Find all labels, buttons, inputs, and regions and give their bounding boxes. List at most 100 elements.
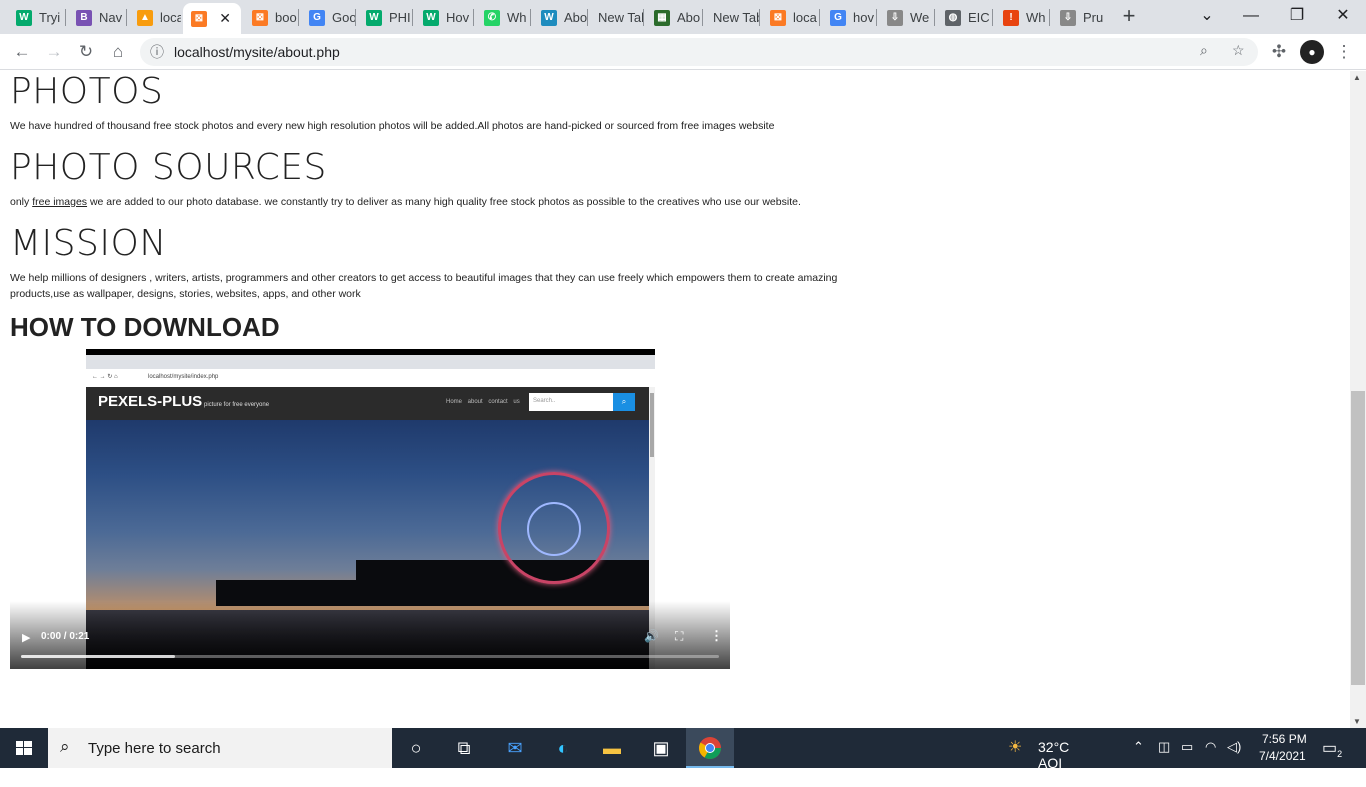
free-images-link[interactable]: free images <box>32 196 87 208</box>
close-window-button[interactable]: ✕ <box>1320 3 1366 29</box>
tab-strip: W Tryi B Nav ▲ loca ⊠ ✕ ⊠ boo G Goo W PHI W Hov ✆ Wh W Abo N… <box>0 0 1366 34</box>
video-frame-site-header: PEXELS-PLUS picture for free everyone Ho… <box>86 387 649 420</box>
browser-tab[interactable]: W Hov <box>415 4 474 31</box>
browser-tab[interactable]: ◍ EIC <box>937 4 993 31</box>
tab-separator <box>473 9 474 26</box>
fullscreen-icon[interactable]: ⛶ <box>675 629 683 644</box>
video-progress-fill <box>21 655 175 658</box>
tab-title: loca <box>160 10 181 25</box>
mission-heading: MISSION <box>10 223 167 264</box>
tab-separator <box>126 9 127 26</box>
wifi-icon[interactable]: ◠ <box>1205 739 1216 755</box>
avatar[interactable]: ● <box>1300 40 1324 64</box>
extensions-icon[interactable]: ✣ <box>1267 40 1291 64</box>
tab-title: New Tab <box>713 10 760 25</box>
download-icon: ⇩ <box>1060 9 1076 26</box>
mail-icon[interactable]: ✉ <box>491 728 539 768</box>
home-icon[interactable]: ⌂ <box>106 40 130 64</box>
browser-tab[interactable]: W Tryi <box>8 4 66 31</box>
reload-icon[interactable]: ↻ <box>74 40 98 64</box>
tab-title: New Tab <box>598 10 644 25</box>
zoom-icon[interactable]: ⌕ <box>1200 42 1208 59</box>
browser-tab[interactable]: ⊠ loca <box>762 4 820 31</box>
clock-date[interactable]: 7/4/2021 <box>1259 749 1306 763</box>
speaker-icon[interactable]: ◁) <box>1227 739 1241 755</box>
url-text[interactable]: localhost/mysite/about.php <box>174 44 340 60</box>
notification-count: 2 <box>1337 749 1343 760</box>
start-button[interactable] <box>0 728 48 768</box>
taskbar-search[interactable]: ⌕ Type here to search <box>48 728 392 768</box>
how-to-download-heading: HOW TO DOWNLOAD <box>10 312 280 342</box>
video-frame-nav: Home about contact us <box>446 399 520 405</box>
chevron-up-icon[interactable]: ⌃ <box>1133 739 1144 755</box>
browser-tab[interactable]: ▲ loca <box>129 4 181 31</box>
photo-sources-text: only free images we are added to our pho… <box>10 194 860 210</box>
w3schools-icon: W <box>423 9 439 26</box>
google-icon: G <box>830 9 846 26</box>
chrome-taskbar-icon[interactable] <box>686 728 734 768</box>
menu-icon[interactable]: ⋮ <box>1332 40 1356 64</box>
forward-icon[interactable]: → <box>42 40 66 64</box>
clock-time[interactable]: 7:56 PM <box>1262 732 1307 746</box>
sources-text-after: we are added to our photo database. we c… <box>87 196 801 208</box>
scroll-up-icon[interactable]: ▲ <box>1353 73 1361 82</box>
browser-tab[interactable]: G Goo <box>301 4 356 31</box>
browser-tab[interactable]: ⇩ We <box>879 4 935 31</box>
new-tab-button[interactable]: + <box>1118 5 1140 27</box>
bookmark-star-icon[interactable]: ☆ <box>1232 42 1245 59</box>
tab-title: hov <box>853 10 874 25</box>
battery-icon[interactable]: ▭ <box>1181 739 1193 755</box>
weather-text[interactable]: 32°C AQI 69 <box>1038 739 1069 787</box>
volume-icon[interactable]: 🔊 <box>644 629 659 643</box>
video-player[interactable]: ← → ↻ ⌂ localhost/mysite/index.php PEXEL… <box>10 349 730 669</box>
weather-icon[interactable]: ☀ <box>1008 737 1022 757</box>
sources-text-before: only <box>10 196 33 208</box>
taskbar-search-placeholder: Type here to search <box>88 740 221 757</box>
windows-taskbar: ⌕ Type here to search ○ ⧉ ✉ ◐ ▬ ▣ ☀ 32°C… <box>0 728 1366 787</box>
notification-center-icon[interactable]: ▭2 <box>1322 738 1342 759</box>
edge-icon[interactable]: ◐ <box>539 728 587 768</box>
browser-tab[interactable]: ✆ Wh <box>476 4 531 31</box>
browser-tab[interactable]: ⊠ ✕ <box>183 3 241 34</box>
task-view-icon[interactable]: ⧉ <box>440 728 488 768</box>
browser-tab[interactable]: W PHI <box>358 4 413 31</box>
xampp-icon: ⊠ <box>252 9 268 26</box>
xampp-icon: ⊠ <box>191 10 207 27</box>
w3schools-icon: W <box>366 9 382 26</box>
minimize-button[interactable]: — <box>1228 3 1274 29</box>
restore-button[interactable]: ❐ <box>1274 3 1320 29</box>
back-icon[interactable]: ← <box>10 40 34 64</box>
cortana-icon[interactable]: ○ <box>392 728 440 768</box>
windows-logo-icon <box>16 741 32 755</box>
browser-tab[interactable]: Ghov <box>822 4 877 31</box>
browser-tab[interactable]: ! Wh <box>995 4 1050 31</box>
tab-separator <box>643 9 644 26</box>
video-more-icon[interactable]: ⋮ <box>710 628 723 644</box>
browser-tab[interactable]: ▦ Abo <box>646 4 703 31</box>
tab-search-icon[interactable]: ⌄ <box>1184 3 1230 29</box>
meet-now-icon[interactable]: ◫ <box>1158 739 1170 755</box>
browser-tab[interactable]: New Tab <box>590 4 644 31</box>
page-scroll-thumb[interactable] <box>1351 391 1365 685</box>
video-frame-url: localhost/mysite/index.php <box>148 374 219 380</box>
browser-tab[interactable]: ⊠ boo <box>244 4 299 31</box>
browser-tab[interactable]: B Nav <box>68 4 127 31</box>
browser-tab[interactable]: New Tab <box>705 4 760 31</box>
page-viewport: PHOTOS We have hundred of thousand free … <box>0 71 1350 728</box>
browser-tab[interactable]: ⇩ Pru <box>1052 4 1112 31</box>
file-explorer-icon[interactable]: ▬ <box>588 728 636 768</box>
browser-tab[interactable]: W Abo <box>533 4 588 31</box>
tab-title: Nav <box>99 10 123 25</box>
tab-close-icon[interactable]: ✕ <box>219 10 231 27</box>
info-icon[interactable]: ⓘ <box>150 42 164 62</box>
page-scrollbar[interactable]: ▲ ▼ <box>1350 71 1366 728</box>
tab-separator <box>65 9 66 26</box>
store-icon[interactable]: ▣ <box>637 728 685 768</box>
scroll-down-icon[interactable]: ▼ <box>1353 717 1361 726</box>
video-progress-bar[interactable] <box>21 655 719 658</box>
tab-title: Tryi <box>39 10 61 25</box>
tab-separator <box>819 9 820 26</box>
play-icon[interactable]: ▶ <box>22 631 30 644</box>
address-bar[interactable]: ⓘ localhost/mysite/about.php ⌕ ☆ <box>140 38 1258 66</box>
tab-separator <box>702 9 703 26</box>
